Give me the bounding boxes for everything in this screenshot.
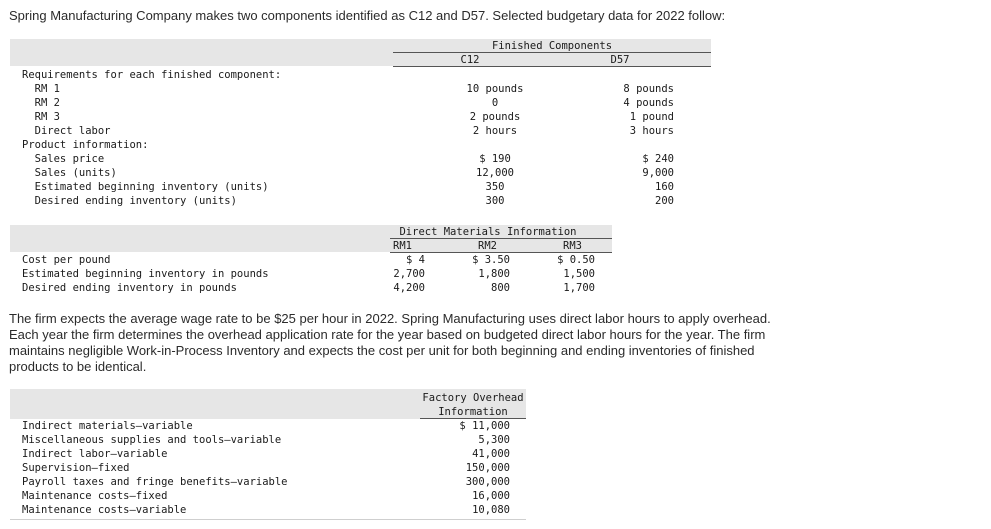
table1-row-label: RM 3 [22, 111, 60, 123]
table2-cell-rm1: 4,200 [393, 282, 425, 294]
table1-cell-d57: 160 [655, 181, 674, 193]
table3-cell-value: 41,000 [472, 448, 510, 460]
table1-cell-c12: 10 pounds [466, 83, 524, 95]
table1-row-label: Product information: [22, 139, 149, 151]
table2-cell-rm1: 2,700 [393, 268, 425, 280]
table1-cell-d57: 200 [655, 195, 674, 207]
table3-cell-value: 150,000 [465, 462, 510, 474]
table1-cell-c12: 12,000 [476, 167, 514, 179]
table1-row-label: Desired ending inventory (units) [22, 195, 237, 207]
table1-cell-d57: 9,000 [642, 167, 674, 179]
table1-cell-c12: 350 [485, 181, 505, 193]
paragraph-line-1: The firm expects the average wage rate t… [9, 311, 771, 326]
table2-row-label: Cost per pound [22, 254, 111, 266]
table3-cell-value: 300,000 [465, 476, 510, 488]
table1-row-label: RM 1 [22, 83, 60, 95]
table3-row-label: Indirect materials—variable [22, 420, 193, 432]
table1-cell-d57: 3 hours [629, 125, 674, 137]
table1-cell-c12: 2 hours [472, 125, 518, 137]
table2-cell-rm2: 800 [491, 282, 510, 294]
table1-row-label: Requirements for each finished component… [22, 69, 282, 81]
intro-text: Spring Manufacturing Company makes two c… [9, 8, 726, 23]
table3-bottom-rule [10, 519, 526, 520]
table1-cell-c12: 2 pounds [469, 111, 521, 123]
table3-cell-value: 10,080 [472, 504, 510, 516]
table2-cell-rm3: $ 0.50 [557, 254, 595, 266]
table3-cell-value: 5,300 [478, 434, 510, 446]
table2-cell-rm3: 1,500 [563, 268, 595, 280]
table1-cell-c12: 300 [485, 195, 505, 207]
table1-cell-c12: 0 [491, 97, 499, 109]
table1-row-label: Direct labor [22, 125, 111, 137]
table1-group-header: Finished Components [491, 40, 613, 52]
table3-header-line-1: Factory Overhead [422, 392, 524, 404]
table1-row-label: Sales price [22, 153, 105, 165]
table3-row-label: Maintenance costs—fixed [22, 490, 168, 502]
paragraph-line-4: products to be identical. [9, 359, 147, 374]
table2-col-rm1: RM1 [393, 240, 412, 252]
table3-cell-value: $ 11,000 [459, 420, 510, 432]
table1-col-c12: C12 [460, 54, 480, 66]
table2-cell-rm3: 1,700 [563, 282, 595, 294]
table3-row-label: Supervision—fixed [22, 462, 130, 474]
table1-cell-d57: $ 240 [642, 153, 674, 165]
table3-row-label: Maintenance costs—variable [22, 504, 187, 516]
table1-row-label: Estimated beginning inventory (units) [22, 181, 269, 193]
table3-row-label: Payroll taxes and fringe benefits—variab… [22, 476, 288, 488]
table2-row-label: Desired ending inventory in pounds [22, 282, 237, 294]
table1-cell-c12: $ 190 [479, 153, 511, 165]
table2-row-label: Estimated beginning inventory in pounds [22, 268, 269, 280]
paragraph-line-2: Each year the firm determines the overhe… [9, 327, 766, 342]
table2-group-header: Direct Materials Information [399, 226, 577, 238]
table1-cell-d57: 1 pound [629, 111, 674, 123]
table2-cell-rm1: $ 4 [406, 254, 425, 266]
table2-cell-rm2: 1,800 [478, 268, 510, 280]
table1-col-d57: D57 [610, 54, 630, 66]
paragraph-line-3: maintains negligible Work-in-Process Inv… [9, 343, 755, 358]
table3-row-label: Miscellaneous supplies and tools—variabl… [22, 434, 282, 446]
table3-cell-value: 16,000 [472, 490, 510, 502]
table3-header-line-2: Information [438, 406, 508, 418]
table1-row-label: Sales (units) [22, 167, 117, 179]
table1-cell-d57: 4 pounds [623, 97, 674, 109]
table1-cell-d57: 8 pounds [623, 83, 674, 95]
table2-cell-rm2: $ 3.50 [472, 254, 510, 266]
table3-row-label: Indirect labor—variable [22, 448, 168, 460]
table2-col-rm2: RM2 [478, 240, 497, 252]
table1-row-label: RM 2 [22, 97, 60, 109]
table2-col-rm3: RM3 [563, 240, 582, 252]
